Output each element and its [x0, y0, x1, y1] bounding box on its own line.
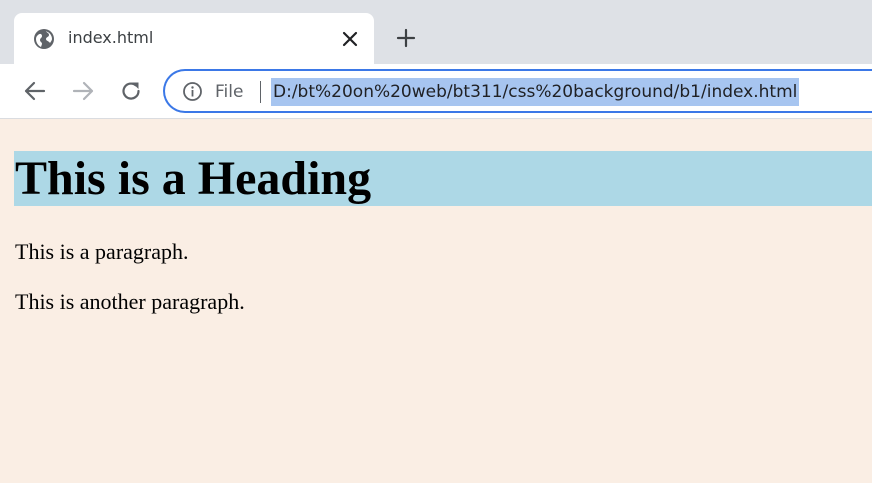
url-text[interactable]: D:/bt%20on%20web/bt311/css%20background/…	[271, 78, 800, 106]
arrow-right-icon[interactable]	[70, 78, 96, 104]
paragraph: This is another paragraph.	[15, 289, 245, 314]
tab-title: index.html	[68, 28, 154, 47]
tab-index-html[interactable]: index.html	[14, 13, 374, 64]
paragraph: This is a paragraph.	[15, 239, 189, 264]
tab-strip: index.html	[0, 0, 872, 64]
address-bar[interactable]: File D:/bt%20on%20web/bt311/css%20backgr…	[163, 69, 872, 113]
arrow-left-icon[interactable]	[22, 78, 48, 104]
reload-icon[interactable]	[118, 78, 144, 104]
scheme-label[interactable]: File	[215, 81, 243, 103]
close-icon[interactable]	[339, 28, 361, 50]
page-heading: This is a Heading	[14, 151, 872, 206]
omnibox-divider	[260, 81, 261, 103]
plus-icon[interactable]	[394, 26, 418, 50]
info-icon[interactable]	[182, 81, 203, 102]
page-content: This is a Heading This is a paragraph. T…	[0, 119, 872, 483]
browser-toolbar: File D:/bt%20on%20web/bt311/css%20backgr…	[0, 64, 872, 119]
globe-icon	[34, 29, 54, 49]
browser-window: index.html File D:/bt%20on%20web/bt311/c…	[0, 0, 872, 483]
